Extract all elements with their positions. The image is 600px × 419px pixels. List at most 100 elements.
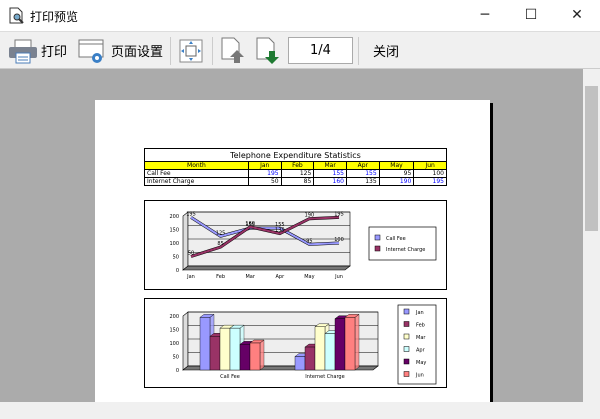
page-down-icon (256, 37, 279, 64)
y-tick-label: 0 (176, 368, 179, 374)
print-label: 打印 (41, 45, 68, 60)
legend-swatch (374, 245, 381, 252)
value-cell: 50 (247, 177, 282, 186)
bar (294, 356, 306, 371)
x-tick-label: Internet Charge (305, 374, 344, 380)
legend-label: Internet Charge (386, 247, 425, 253)
bar-side (354, 313, 360, 371)
close-window-button[interactable]: ✕ (554, 0, 600, 31)
title-bar: 打印预览 ─ ☐ ✕ (0, 0, 600, 31)
x-tick-label: Call Fee (220, 374, 240, 380)
value-cell: 195 (247, 169, 282, 178)
bar (239, 344, 251, 371)
page-up-icon (221, 37, 244, 63)
bar (219, 327, 231, 371)
x-tick-label: Feb (216, 274, 225, 280)
header-cell: Jan (247, 161, 282, 170)
row-label: Internet Charge (144, 177, 249, 186)
y-tick-label: 200 (169, 214, 179, 220)
legend (368, 226, 437, 261)
printer-icon (9, 39, 37, 63)
legend-swatch (403, 371, 410, 377)
y-tick-label: 50 (173, 255, 179, 261)
y-tick-label: 200 (169, 314, 179, 320)
page: Telephone Expenditure Statistics Month Ja… (95, 100, 490, 419)
legend-label: Jun (415, 373, 424, 379)
next-page-button[interactable] (256, 32, 282, 69)
legend-swatch (403, 333, 410, 340)
table-title: Telephone Expenditure Statistics (144, 148, 447, 162)
close-preview-button[interactable]: 关闭 (373, 32, 399, 69)
value-cell: 195 (413, 177, 447, 186)
bar (249, 342, 261, 371)
data-label: 135 (275, 228, 285, 234)
data-label: 125 (216, 230, 226, 236)
legend-label: Feb (416, 323, 425, 329)
bar (209, 336, 221, 371)
fit-page-button[interactable] (179, 32, 203, 69)
data-label: 50 (188, 251, 194, 257)
value-cell: 155 (313, 169, 347, 178)
header-cell: Apr (345, 161, 380, 170)
page-number-field[interactable]: 1/4 (288, 37, 353, 64)
bar (199, 317, 211, 371)
table-row: Call Fee 195 125 155 155 95 100 (144, 169, 447, 178)
y-tick-label: 100 (169, 341, 179, 347)
x-tick-label: Apr (275, 274, 285, 280)
legend-swatch (403, 346, 410, 352)
y-tick-label: 100 (169, 241, 179, 247)
data-label: 100 (334, 237, 344, 243)
bar (304, 346, 316, 371)
y-tick-label: 150 (169, 328, 179, 334)
value-cell: 135 (345, 177, 380, 186)
data-label: 160 (245, 221, 255, 227)
legend-label: Apr (416, 348, 426, 354)
back-wall-side (182, 211, 189, 271)
previous-page-button[interactable] (221, 32, 247, 69)
page-setup-label: 页面设置 (111, 45, 164, 60)
y-tick-label: 0 (176, 268, 179, 274)
row-label: Call Fee (144, 169, 249, 178)
x-tick-label: Jun (334, 274, 343, 280)
back-wall-side (182, 311, 189, 371)
value-cell: 95 (378, 169, 415, 178)
y-tick-label: 50 (173, 355, 179, 361)
data-label: 85 (217, 241, 223, 247)
legend-label: Jan (415, 310, 424, 316)
legend-swatch (374, 234, 381, 241)
window-title: 打印预览 (30, 10, 79, 24)
legend-swatch (403, 308, 410, 315)
header-cell: May (378, 161, 415, 170)
x-tick-label: Jan (186, 274, 195, 280)
statistics-table: Telephone Expenditure Statistics Month Ja… (144, 148, 447, 186)
line-chart-frame: 0 50 100 150 200 195 125 155 155 95 100 50 85 160 135 1… (144, 200, 447, 290)
value-cell: 100 (413, 169, 447, 178)
vertical-scrollbar[interactable] (583, 69, 600, 402)
print-button[interactable]: 打印 (8, 32, 67, 69)
line-chart: 050100150200 195125155 15595 10050851601351… (169, 211, 437, 280)
print-preview-icon (9, 7, 24, 24)
bar-chart-frame: 0 50 100 150 200 Call Fee Internet Charge Jan Fe… (144, 298, 447, 388)
bar-chart: 0 50 100 150 200 Call Fee Internet Charge Jan Fe… (169, 304, 437, 385)
header-cell: Mar (313, 161, 347, 170)
bar-side (259, 339, 265, 371)
header-cell: Jun (413, 161, 447, 170)
fit-page-icon (179, 39, 203, 62)
legend-label: Mar (416, 335, 426, 341)
minimize-button[interactable]: ─ (462, 0, 508, 31)
legend-label: Call Fee (386, 236, 406, 242)
legend-swatch (403, 358, 410, 365)
horizontal-scrollbar[interactable] (0, 402, 583, 419)
toolbar: 打印 页面设置 1/4 关闭 (0, 31, 600, 69)
vertical-scroll-thumb[interactable] (585, 86, 598, 231)
legend-label: May (416, 360, 426, 366)
page-setup-button[interactable]: 页面设置 (78, 32, 163, 69)
header-cell: Month (144, 161, 249, 170)
floor (182, 265, 351, 271)
page-setup-icon (78, 39, 104, 63)
value-cell: 160 (313, 177, 347, 186)
table-header-row: Month Jan Feb Mar Apr May Jun (144, 161, 447, 170)
table-row: Internet Charge 50 85 160 135 190 195 (144, 177, 447, 186)
header-cell: Feb (280, 161, 315, 170)
maximize-button[interactable]: ☐ (508, 0, 554, 31)
